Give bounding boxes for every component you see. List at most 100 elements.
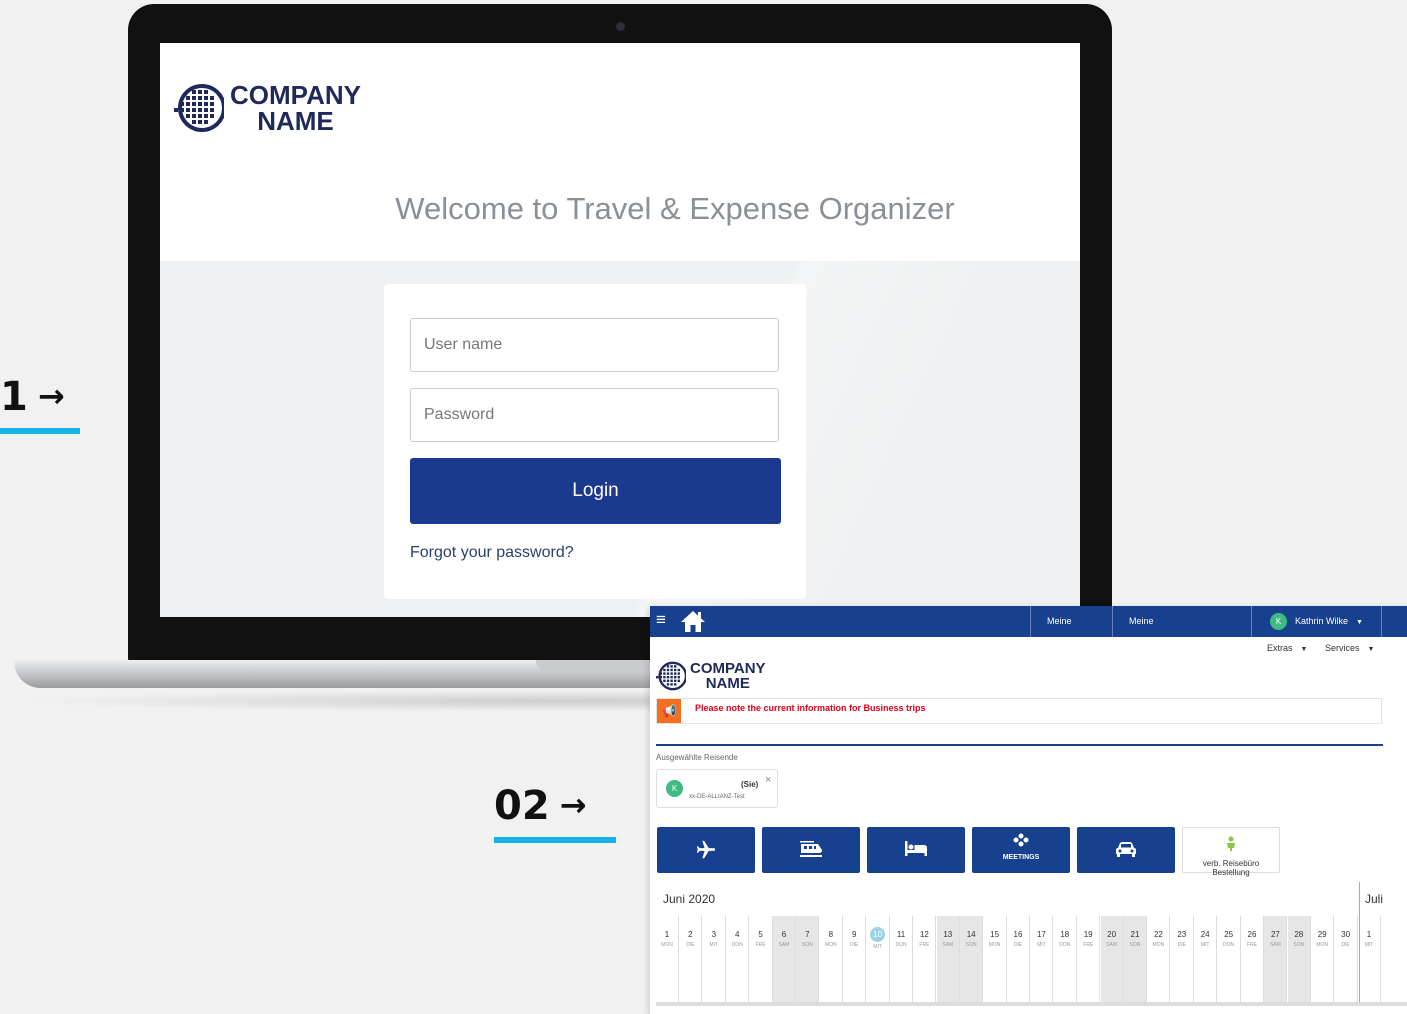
tile-travel-agency-label: verb. Reisebüro Bestellung <box>1202 859 1260 877</box>
company-name: COMPANY NAME <box>230 80 361 136</box>
calendar-weekday: FRE <box>755 942 766 948</box>
calendar-weekday: MON <box>661 942 673 948</box>
extras-menu[interactable]: Extras ▼ <box>1267 643 1307 653</box>
nav-kostenabrechnungen[interactable]: Meine Kostenabrechnungen <box>1112 606 1251 657</box>
nav-meine-reisen[interactable]: Meine Reisen <box>1030 606 1112 657</box>
calendar-days: 1 MON 2 DIE 3 MIT 4 DON 5 FRE 6 SAM 7 SON 8 MON 9 DIE 10 MI… <box>656 916 1381 1002</box>
calendar-weekday: DIE <box>1341 942 1350 948</box>
calendar-weekday: DON <box>1223 942 1235 948</box>
username-input[interactable] <box>410 318 779 372</box>
calendar-day[interactable]: 4 DON <box>726 916 750 1002</box>
calendar-weekday: MIT <box>1037 942 1046 948</box>
tile-meetings[interactable]: MEETINGS <box>972 827 1070 873</box>
tile-travel-agency[interactable]: verb. Reisebüro Bestellung <box>1182 827 1280 877</box>
globe-icon <box>174 84 224 132</box>
calendar-weekday: SAM <box>1269 942 1281 948</box>
tile-flight[interactable] <box>657 827 755 873</box>
caret-down-icon: ▼ <box>1356 619 1363 626</box>
calendar-day[interactable]: 15 MON <box>984 916 1007 1002</box>
traveler-card[interactable]: K (Sie) × xx-DE-ALLIANZ-Test <box>656 769 778 808</box>
close-icon[interactable]: × <box>765 774 771 786</box>
arrow-right-icon: → <box>37 377 65 415</box>
tile-hotel[interactable] <box>867 827 965 873</box>
calendar-day[interactable]: 9 DIE <box>843 916 867 1002</box>
calendar-day-number: 24 <box>1200 930 1210 939</box>
calendar-day-number: 2 <box>688 930 693 939</box>
calendar-day-number: 28 <box>1294 930 1304 939</box>
notice-banner[interactable]: 📢 Please note the current information fo… <box>656 698 1382 724</box>
traveler-name: xx-DE-ALLIANZ-Test <box>689 794 745 800</box>
step-2-underline <box>494 837 616 843</box>
user-menu[interactable]: K Kathrin Wilke ▼ <box>1251 606 1382 637</box>
calendar-day-number: 3 <box>711 930 717 939</box>
calendar-day[interactable]: 10 MIT <box>867 916 890 1002</box>
calendar-day[interactable]: 26 FRE <box>1241 916 1264 1002</box>
calendar-day-number: 21 <box>1130 930 1140 939</box>
calendar: Juni 2020 Juli 1 MON 2 DIE 3 MIT 4 DON 5 FRE 6 SAM 7… <box>656 882 1407 1014</box>
company-name: COMPANY NAME <box>690 660 766 692</box>
calendar-day[interactable]: 5 FRE <box>750 916 773 1002</box>
calendar-day[interactable]: 22 MON <box>1147 916 1171 1002</box>
calendar-day-number: 20 <box>1107 930 1117 939</box>
forgot-password-link[interactable]: Forgot your password? <box>410 544 574 562</box>
calendar-day[interactable]: 13 SAM <box>936 916 960 1002</box>
calendar-weekday: DON <box>895 942 907 948</box>
calendar-weekday: DON <box>731 942 743 948</box>
calendar-day[interactable]: 6 SAM <box>773 916 796 1002</box>
calendar-day[interactable]: 24 MIT <box>1194 916 1218 1002</box>
plane-icon <box>696 840 716 859</box>
calendar-day[interactable]: 16 DIE <box>1007 916 1030 1002</box>
calendar-day[interactable]: 25 DON <box>1218 916 1241 1002</box>
calendar-weekday: DIE <box>850 942 859 948</box>
calendar-day-number: 13 <box>943 930 953 939</box>
hotel-bed-icon <box>905 841 927 856</box>
calendar-day[interactable]: 17 MIT <box>1030 916 1054 1002</box>
calendar-weekday: FRE <box>919 942 930 948</box>
calendar-day[interactable]: 28 SON <box>1287 916 1311 1002</box>
calendar-day[interactable]: 19 FRE <box>1077 916 1101 1002</box>
tile-car[interactable] <box>1077 827 1175 873</box>
calendar-day[interactable]: 7 SON <box>796 916 820 1002</box>
calendar-day-number: 9 <box>851 930 857 939</box>
calendar-day[interactable]: 8 MON <box>820 916 843 1002</box>
calendar-day[interactable]: 3 MIT <box>703 916 726 1002</box>
traveler-self-label: (Sie) <box>741 780 759 789</box>
calendar-weekday: MON <box>1152 942 1165 948</box>
calendar-day[interactable]: 2 DIE <box>679 916 703 1002</box>
password-input[interactable] <box>410 388 779 442</box>
calendar-day[interactable]: 11 DON <box>890 916 913 1002</box>
notice-text[interactable]: Please note the current information for … <box>695 703 926 713</box>
services-menu[interactable]: Services ▼ <box>1325 643 1374 653</box>
calendar-day[interactable]: 20 SAM <box>1100 916 1124 1002</box>
calendar-weekday: DIE <box>686 942 695 948</box>
company-logo: COMPANY NAME <box>174 78 361 138</box>
calendar-weekday: FRE <box>1083 942 1094 948</box>
calendar-day[interactable]: 18 DON <box>1054 916 1077 1002</box>
calendar-day-number: 19 <box>1083 930 1093 939</box>
calendar-day[interactable]: 1 MIT <box>1358 916 1381 1002</box>
calendar-weekday: DIE <box>1013 942 1023 948</box>
calendar-day[interactable]: 21 SON <box>1124 916 1147 1002</box>
calendar-next-month: Juli <box>1365 892 1384 906</box>
calendar-day[interactable]: 1 MON <box>656 916 679 1002</box>
calendar-day[interactable]: 29 MON <box>1311 916 1335 1002</box>
calendar-day-number: 4 <box>734 930 740 939</box>
caret-down-icon: ▼ <box>1300 646 1308 653</box>
welcome-title: Welcome to Travel & Expense Organizer <box>395 190 955 226</box>
calendar-day-number: 7 <box>805 930 810 939</box>
home-icon[interactable] <box>680 609 706 633</box>
calendar-weekday: MON <box>824 942 837 948</box>
calendar-day[interactable]: 14 SON <box>960 916 984 1002</box>
calendar-day[interactable]: 27 SAM <box>1264 916 1288 1002</box>
tile-train[interactable] <box>762 827 860 873</box>
login-button[interactable]: Login <box>410 458 781 524</box>
calendar-day-number: 17 <box>1036 930 1046 939</box>
calendar-day[interactable]: 23 DIE <box>1171 916 1194 1002</box>
calendar-day[interactable]: 12 FRE <box>913 916 937 1002</box>
calendar-day-number: 22 <box>1153 930 1163 939</box>
calendar-day-number: 1 <box>664 930 670 939</box>
calendar-month: Juni 2020 <box>663 892 716 906</box>
calendar-day[interactable]: 30 DIE <box>1335 916 1358 1002</box>
hamburger-icon[interactable]: ≡ <box>656 610 666 630</box>
calendar-day-number: 5 <box>758 930 763 939</box>
